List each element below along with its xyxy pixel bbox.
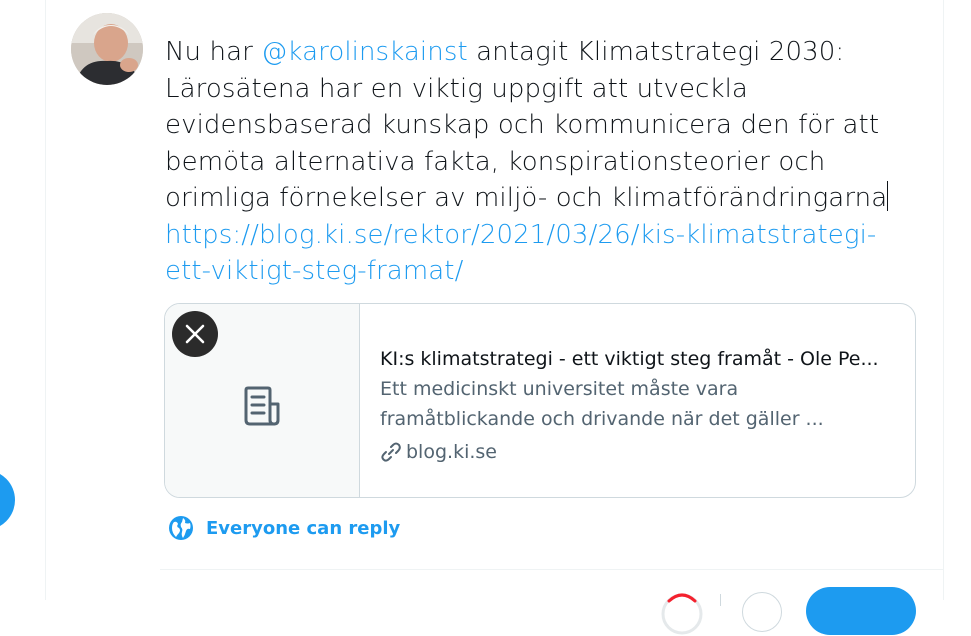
reply-setting-button[interactable]: Everyone can reply <box>168 512 400 544</box>
avatar[interactable] <box>71 13 143 85</box>
close-icon <box>185 324 205 344</box>
reply-setting-label: Everyone can reply <box>206 517 401 539</box>
tweet-text-line-1: Nu har @karolinskainst antagit Klimatstr… <box>165 34 905 71</box>
document-icon <box>244 386 280 426</box>
tweet-button[interactable] <box>806 587 916 635</box>
add-tweet-button[interactable] <box>742 592 782 632</box>
card-title: KI:s klimatstrategi - ett viktigt steg f… <box>380 348 879 370</box>
user-avatar-icon <box>71 13 143 85</box>
url-link-line-2[interactable]: ett-viktigt-steg-framat/ <box>165 253 905 290</box>
timeline-right-border <box>943 0 944 600</box>
card-domain: blog.ki.se <box>380 437 900 467</box>
toolbar-separator <box>720 594 721 606</box>
tweet-text-segment: antagit Klimatstrategi 2030: <box>467 37 845 67</box>
link-preview-card[interactable]: KI:s klimatstrategi - ett viktigt steg f… <box>164 303 916 498</box>
remove-card-button[interactable] <box>172 311 218 357</box>
text-cursor <box>887 181 889 211</box>
globe-icon <box>169 516 193 540</box>
tweet-text-segment: Nu har <box>165 37 262 67</box>
link-icon <box>381 442 401 462</box>
tweet-text-line-3: evidensbaserad kunskap och kommunicera d… <box>165 110 880 140</box>
card-body: KI:s klimatstrategi - ett viktigt steg f… <box>380 344 900 467</box>
mention-link[interactable]: @karolinskainst <box>261 37 468 67</box>
tweet-text-line-4: bemöta alternativa fakta, konspirationst… <box>165 146 826 177</box>
tweet-text-editor[interactable]: Nu har @karolinskainst antagit Klimatstr… <box>165 34 905 290</box>
tweet-text-line-5: orimliga förnekelser av miljö- och klima… <box>165 180 905 217</box>
tweet-text-line-2: Lärosätena har en viktig uppgift att utv… <box>165 73 748 104</box>
timeline-left-border <box>45 0 46 600</box>
floating-tweet-button[interactable] <box>0 470 15 530</box>
tweet-text-segment: orimliga förnekelser av miljö- och klima… <box>165 183 888 213</box>
card-domain-text: blog.ki.se <box>406 441 497 463</box>
card-description-line-1: Ett medicinskt universitet måste vara <box>380 378 739 400</box>
toolbar-divider <box>160 569 943 570</box>
character-count-ring-icon <box>661 593 703 635</box>
url-link-line-1[interactable]: https://blog.ki.se/rektor/2021/03/26/kis… <box>165 217 905 254</box>
card-description-line-2: framåtblickande och drivande när det gäl… <box>380 408 824 430</box>
